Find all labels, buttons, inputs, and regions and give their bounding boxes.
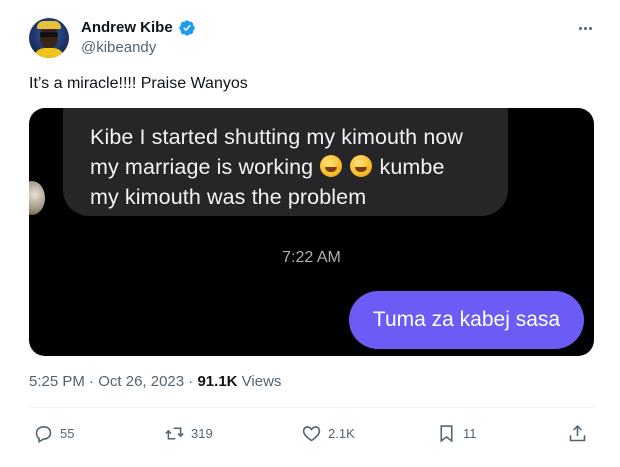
divider <box>29 407 594 408</box>
reply-icon <box>35 425 52 443</box>
post-time[interactable]: 5:25 PM <box>29 373 85 390</box>
share-button[interactable] <box>567 420 588 446</box>
avatar[interactable] <box>29 18 69 58</box>
like-count: 2.1K <box>328 425 355 441</box>
tweet-meta: 5:25 PM · Oct 26, 2023 · 91.1K Views <box>29 373 282 390</box>
share-icon <box>569 424 586 441</box>
action-bar: 55 319 2.1K 11 <box>0 420 620 446</box>
rofl-emoji-icon <box>350 155 373 177</box>
reply-count: 55 <box>60 425 75 441</box>
outgoing-message-bubble: Tuma za kabej sasa <box>349 291 584 349</box>
incoming-message-bubble: Kibe I started shutting my kimouth now m… <box>63 108 508 216</box>
like-button[interactable]: 2.1K <box>301 420 355 446</box>
handle[interactable]: @kibeandy <box>81 39 156 56</box>
chat-avatar <box>29 181 45 215</box>
more-options-icon[interactable] <box>575 18 595 38</box>
chat-timestamp: 7:22 AM <box>282 249 341 266</box>
repost-count: 319 <box>191 425 213 441</box>
tweet: Andrew Kibe @kibeandy It’s a miracle!!!!… <box>0 0 620 467</box>
repost-button[interactable]: 319 <box>164 420 213 446</box>
bookmark-icon <box>440 424 453 443</box>
verified-badge-icon <box>179 20 195 36</box>
tweet-text: It’s a miracle!!!! Praise Wanyos <box>29 75 248 92</box>
tweet-media-image[interactable]: Kibe I started shutting my kimouth now m… <box>29 108 594 356</box>
rofl-emoji-icon <box>320 155 343 177</box>
post-date[interactable]: Oct 26, 2023 <box>98 373 184 390</box>
incoming-line-1: Kibe I started shutting my kimouth now <box>90 125 464 149</box>
incoming-line-3: my kimouth was the problem <box>90 185 367 209</box>
bookmark-count: 11 <box>463 425 477 441</box>
heart-icon <box>302 425 321 441</box>
reply-button[interactable]: 55 <box>33 420 74 446</box>
incoming-line-2: my marriage is working kumbe <box>90 155 445 179</box>
display-name[interactable]: Andrew Kibe <box>81 19 173 36</box>
bookmark-button[interactable]: 11 <box>436 420 477 446</box>
views-count: 91.1K <box>197 373 238 390</box>
repost-icon <box>165 426 184 440</box>
views-label: Views <box>241 373 282 390</box>
